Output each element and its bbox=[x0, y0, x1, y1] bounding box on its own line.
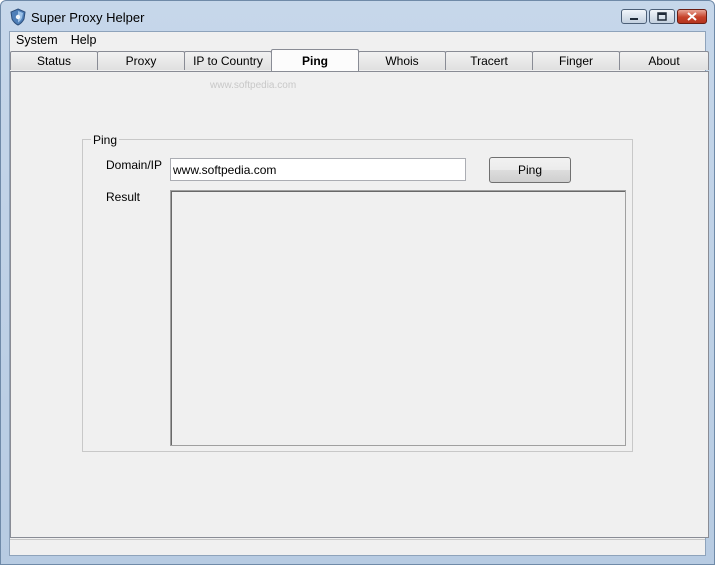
title-bar[interactable]: Super Proxy Helper bbox=[1, 1, 714, 31]
client-area: System Help Status Proxy IP to Country P… bbox=[9, 31, 709, 556]
app-window: Super Proxy Helper System Help Status Pr… bbox=[0, 0, 715, 565]
result-label: Result bbox=[106, 190, 141, 204]
tab-ip-to-country[interactable]: IP to Country bbox=[184, 51, 272, 70]
window-title: Super Proxy Helper bbox=[31, 10, 145, 25]
close-icon bbox=[687, 12, 697, 21]
domain-ip-input[interactable] bbox=[170, 158, 466, 181]
menu-help[interactable]: Help bbox=[71, 32, 104, 50]
tab-tracert[interactable]: Tracert bbox=[445, 51, 533, 70]
tab-about[interactable]: About bbox=[619, 51, 709, 70]
maximize-icon bbox=[657, 12, 667, 21]
tab-status[interactable]: Status bbox=[10, 51, 98, 70]
close-button[interactable] bbox=[677, 9, 707, 24]
watermark-text: www.softpedia.com bbox=[210, 80, 297, 91]
window-controls bbox=[619, 9, 707, 24]
minimize-button[interactable] bbox=[621, 9, 647, 24]
maximize-button[interactable] bbox=[649, 9, 675, 24]
ping-group-title: Ping bbox=[91, 133, 120, 147]
shield-app-icon bbox=[10, 8, 26, 26]
minimize-icon bbox=[630, 18, 638, 20]
status-bar bbox=[10, 539, 705, 555]
result-textarea[interactable] bbox=[170, 190, 626, 446]
tab-whois[interactable]: Whois bbox=[358, 51, 446, 70]
tab-ping[interactable]: Ping bbox=[271, 49, 359, 71]
menu-bar: System Help bbox=[10, 32, 705, 50]
tab-strip: Status Proxy IP to Country Ping Whois Tr… bbox=[10, 49, 710, 71]
menu-system[interactable]: System bbox=[16, 32, 65, 50]
tab-finger[interactable]: Finger bbox=[532, 51, 620, 70]
domain-ip-label: Domain/IP bbox=[106, 158, 163, 172]
ping-button[interactable]: Ping bbox=[489, 157, 571, 183]
tab-proxy[interactable]: Proxy bbox=[97, 51, 185, 70]
